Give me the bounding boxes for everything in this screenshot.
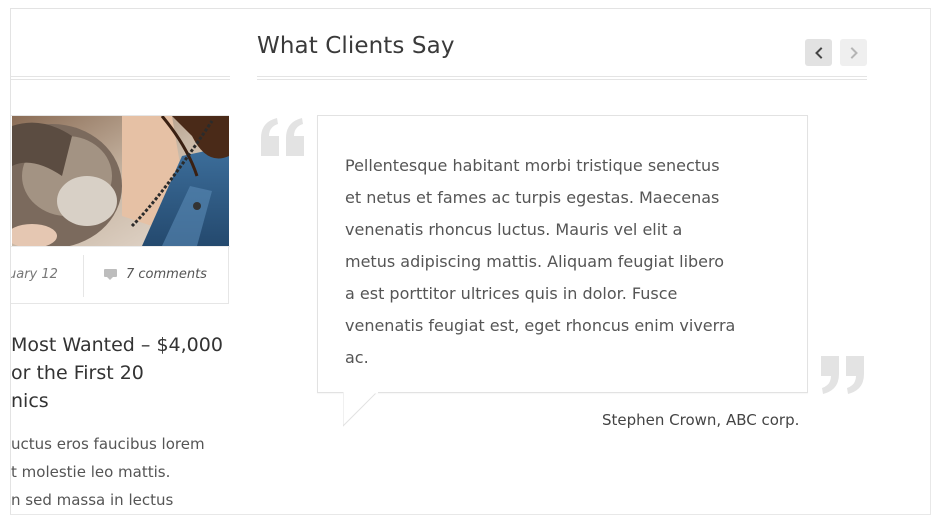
- comments-link[interactable]: 7 comments: [104, 267, 207, 282]
- next-testimonial-button[interactable]: [840, 39, 867, 66]
- quote-line: a est porttitor ultrices quis in dolor. …: [345, 284, 678, 303]
- comment-icon: [104, 269, 117, 280]
- quote-line: venenatis rhoncus luctus. Mauris vel eli…: [345, 220, 683, 239]
- chevron-left-icon: [814, 46, 822, 59]
- quote-close-icon: [821, 356, 864, 394]
- quote-open-icon: [261, 118, 304, 156]
- testimonial-author: Stephen Crown, ABC corp.: [602, 411, 800, 429]
- testimonial-quote: Pellentesque habitant morbi tristique se…: [345, 150, 790, 374]
- post-title-line: nics: [11, 390, 49, 412]
- quote-line: et netus et fames ac turpis egestas. Mae…: [345, 188, 720, 207]
- chevron-right-icon: [850, 46, 858, 59]
- post-thumbnail-photo: [12, 116, 229, 246]
- prev-testimonial-button[interactable]: [805, 39, 832, 66]
- quote-line: venenatis feugiat est, eget rhoncus enim…: [345, 316, 736, 335]
- post-excerpt-line: t molestie leo mattis.: [11, 463, 171, 481]
- post-title-line: Most Wanted – $4,000: [11, 334, 223, 356]
- page-frame: uary 12 7 comments Most Wanted – $4,000 …: [10, 8, 931, 515]
- post-meta-bar: uary 12 7 comments: [11, 246, 230, 304]
- post-title-line: or the First 20: [11, 362, 144, 384]
- post-title[interactable]: Most Wanted – $4,000 or the First 20 nic…: [11, 331, 231, 415]
- testimonials-title: What Clients Say: [257, 33, 455, 59]
- post-excerpt-line: n sed massa in lectus: [11, 491, 174, 509]
- comments-count: 7 comments: [126, 267, 207, 282]
- post-date: uary 12: [11, 267, 58, 282]
- blog-post-card[interactable]: uary 12 7 comments: [11, 115, 230, 304]
- quote-line: Pellentesque habitant morbi tristique se…: [345, 156, 720, 175]
- meta-divider: [83, 255, 84, 297]
- testimonials-header-rule: [257, 76, 867, 80]
- bubble-tail: [343, 392, 378, 427]
- testimonial-bubble: Pellentesque habitant morbi tristique se…: [317, 115, 808, 393]
- quote-line: ac.: [345, 348, 369, 367]
- blog-column: uary 12 7 comments Most Wanted – $4,000 …: [11, 9, 231, 514]
- quote-line: metus adipiscing mattis. Aliquam feugiat…: [345, 252, 725, 271]
- blog-header-rule: [11, 76, 230, 80]
- post-excerpt-line: uctus eros faucibus lorem: [11, 435, 205, 453]
- post-thumbnail[interactable]: [12, 116, 229, 246]
- post-excerpt: uctus eros faucibus lorem t molestie leo…: [11, 430, 205, 514]
